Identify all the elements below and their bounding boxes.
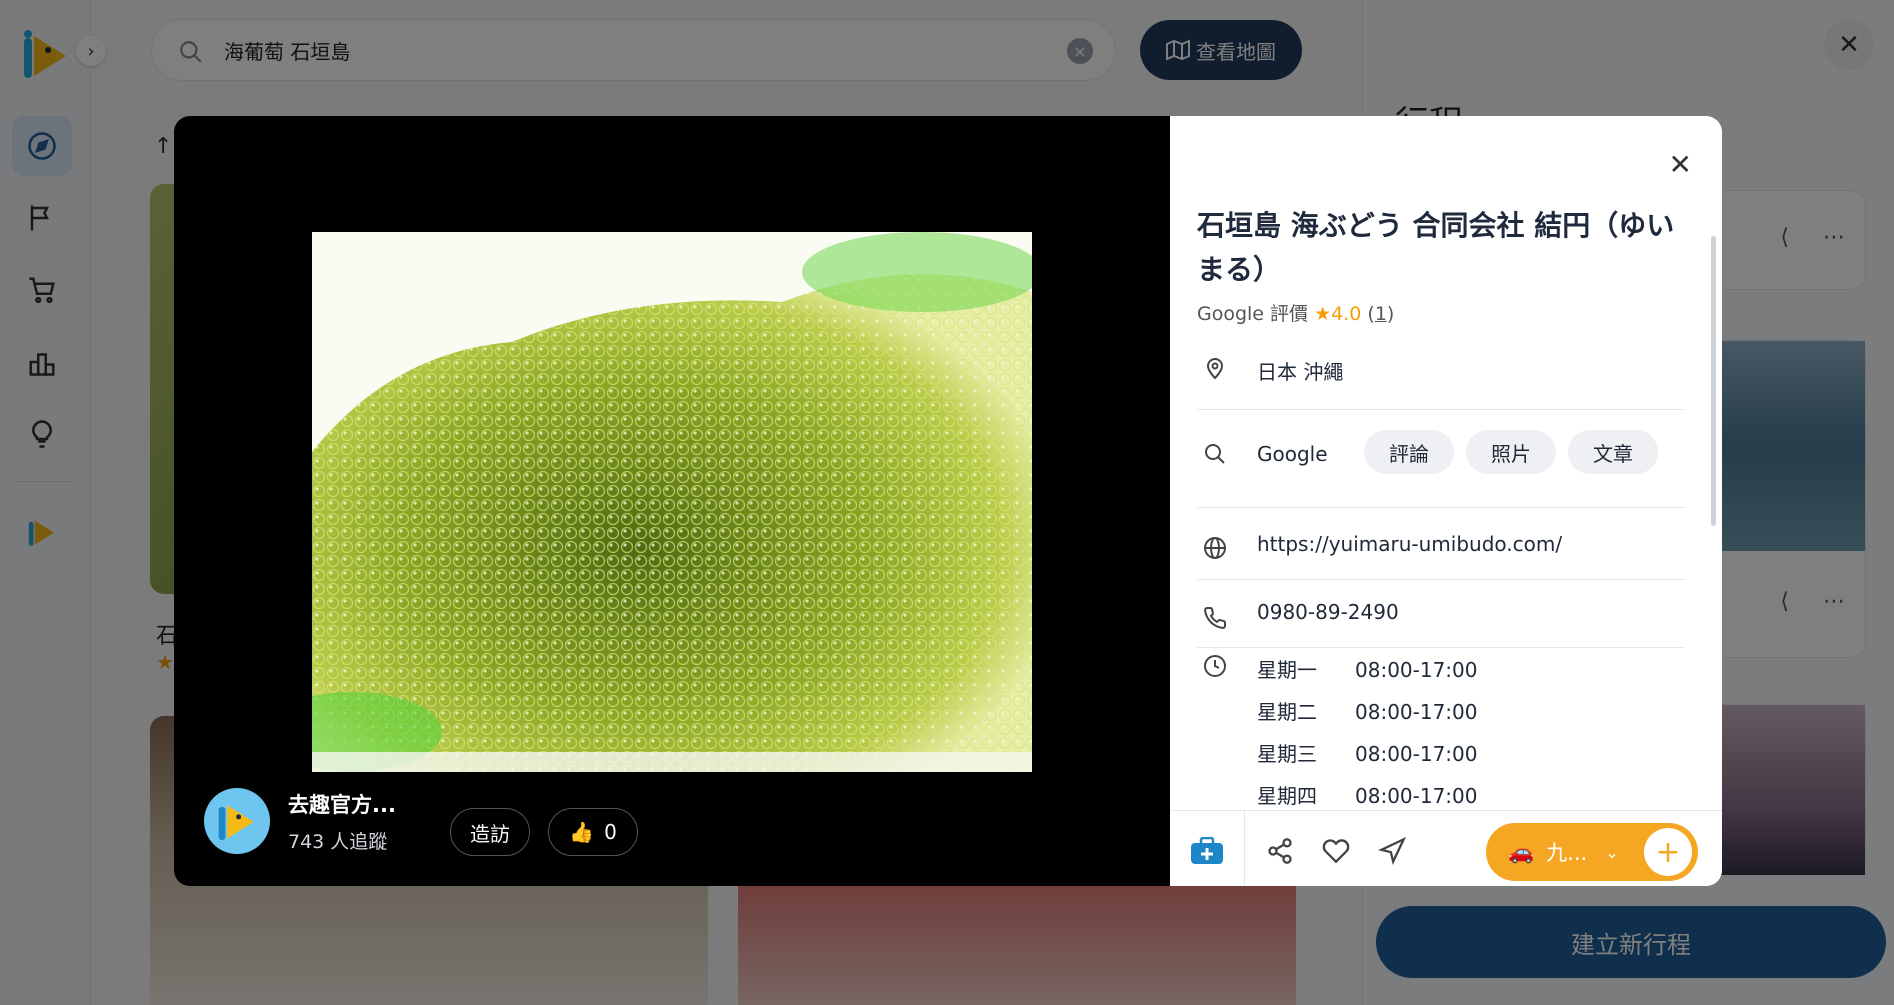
place-info-panel: 石垣島 海ぶどう 合同会社 結円（ゆいまる） Google 評價 ★4.0 (1… bbox=[1170, 116, 1722, 886]
chevron-down-icon: ⌄ bbox=[1605, 842, 1619, 862]
photos-chip[interactable]: 照片 bbox=[1466, 430, 1556, 474]
hours-day: 星期四 bbox=[1257, 784, 1317, 808]
google-search-link[interactable]: Google bbox=[1257, 442, 1328, 466]
phone-number[interactable]: 0980-89-2490 bbox=[1257, 600, 1399, 624]
hours-day: 星期二 bbox=[1257, 700, 1317, 724]
share-icon[interactable] bbox=[1266, 837, 1294, 865]
hours-row: 星期二 08:00-17:00 bbox=[1257, 696, 1478, 725]
add-to-trip-box-icon[interactable] bbox=[1190, 837, 1224, 865]
hours-time: 08:00-17:00 bbox=[1355, 784, 1478, 808]
car-icon: 🚗 bbox=[1508, 839, 1535, 864]
star-icon: ★ bbox=[1314, 303, 1332, 325]
place-photo bbox=[312, 232, 1032, 772]
navigate-icon[interactable] bbox=[1378, 837, 1406, 865]
location-text: 日本 沖繩 bbox=[1257, 360, 1344, 384]
hours-time: 08:00-17:00 bbox=[1355, 742, 1478, 766]
trip-select-dropdown[interactable]: 🚗 九... ⌄ + bbox=[1486, 823, 1698, 881]
hours-day: 星期一 bbox=[1257, 658, 1317, 682]
place-info-scroll[interactable]: 石垣島 海ぶどう 合同会社 結円（ゆいまる） Google 評價 ★4.0 (1… bbox=[1170, 116, 1722, 810]
like-count: 0 bbox=[604, 820, 617, 844]
author-followers: 743 人追蹤 bbox=[288, 830, 388, 853]
visit-button[interactable]: 造訪 bbox=[450, 808, 530, 856]
author-name[interactable]: 去趣官方... bbox=[288, 789, 396, 819]
hours-time: 08:00-17:00 bbox=[1355, 658, 1478, 682]
reviews-chip[interactable]: 評論 bbox=[1364, 430, 1454, 474]
add-to-trip-button[interactable]: + bbox=[1644, 828, 1692, 876]
phone-icon bbox=[1204, 606, 1227, 629]
hours-row: 星期四 08:00-17:00 bbox=[1257, 780, 1478, 809]
close-icon[interactable]: ✕ bbox=[1669, 148, 1692, 181]
hours-row: 星期三 08:00-17:00 bbox=[1257, 738, 1478, 767]
rating-source: Google 評價 bbox=[1197, 303, 1309, 325]
articles-chip[interactable]: 文章 bbox=[1568, 430, 1658, 474]
place-title: 石垣島 海ぶどう 合同会社 結円（ゆいまる） bbox=[1197, 209, 1675, 286]
author-avatar[interactable] bbox=[204, 788, 270, 854]
info-scrollbar[interactable] bbox=[1711, 236, 1716, 526]
author-block[interactable]: 去趣官方... 743 人追蹤 bbox=[204, 788, 396, 854]
trip-select-label: 九... bbox=[1546, 841, 1588, 865]
action-divider bbox=[1244, 811, 1245, 886]
phone-row: 0980-89-2490 bbox=[1197, 588, 1685, 648]
location-pin-icon bbox=[1206, 358, 1224, 380]
thumbs-up-icon: 👍 bbox=[569, 820, 595, 844]
place-modal: 去趣官方... 743 人追蹤 造訪 👍 0 石垣島 海ぶどう 合同会社 結円（… bbox=[174, 116, 1722, 886]
rating-value: 4.0 bbox=[1331, 303, 1362, 325]
like-button[interactable]: 👍 0 bbox=[548, 808, 638, 856]
search-icon bbox=[1205, 444, 1225, 464]
clock-icon bbox=[1204, 655, 1226, 677]
website-row: https://yuimaru-umibudo.com/ bbox=[1197, 518, 1685, 580]
globe-icon bbox=[1204, 537, 1226, 559]
heart-icon[interactable] bbox=[1322, 837, 1350, 865]
location-row: 日本 沖繩 bbox=[1197, 352, 1685, 410]
rating-count-link[interactable]: 1 bbox=[1375, 303, 1387, 325]
media-viewer: 去趣官方... 743 人追蹤 造訪 👍 0 bbox=[174, 116, 1170, 886]
search-links-row: Google 評論 照片 文章 bbox=[1197, 430, 1685, 508]
website-link[interactable]: https://yuimaru-umibudo.com/ bbox=[1257, 532, 1562, 556]
hours-row: 星期一 08:00-17:00 bbox=[1257, 654, 1478, 683]
hours-day: 星期三 bbox=[1257, 742, 1317, 766]
rating-line: Google 評價 ★4.0 (1) bbox=[1197, 303, 1395, 325]
place-action-bar: 🚗 九... ⌄ + bbox=[1170, 810, 1722, 886]
hours-time: 08:00-17:00 bbox=[1355, 700, 1478, 724]
